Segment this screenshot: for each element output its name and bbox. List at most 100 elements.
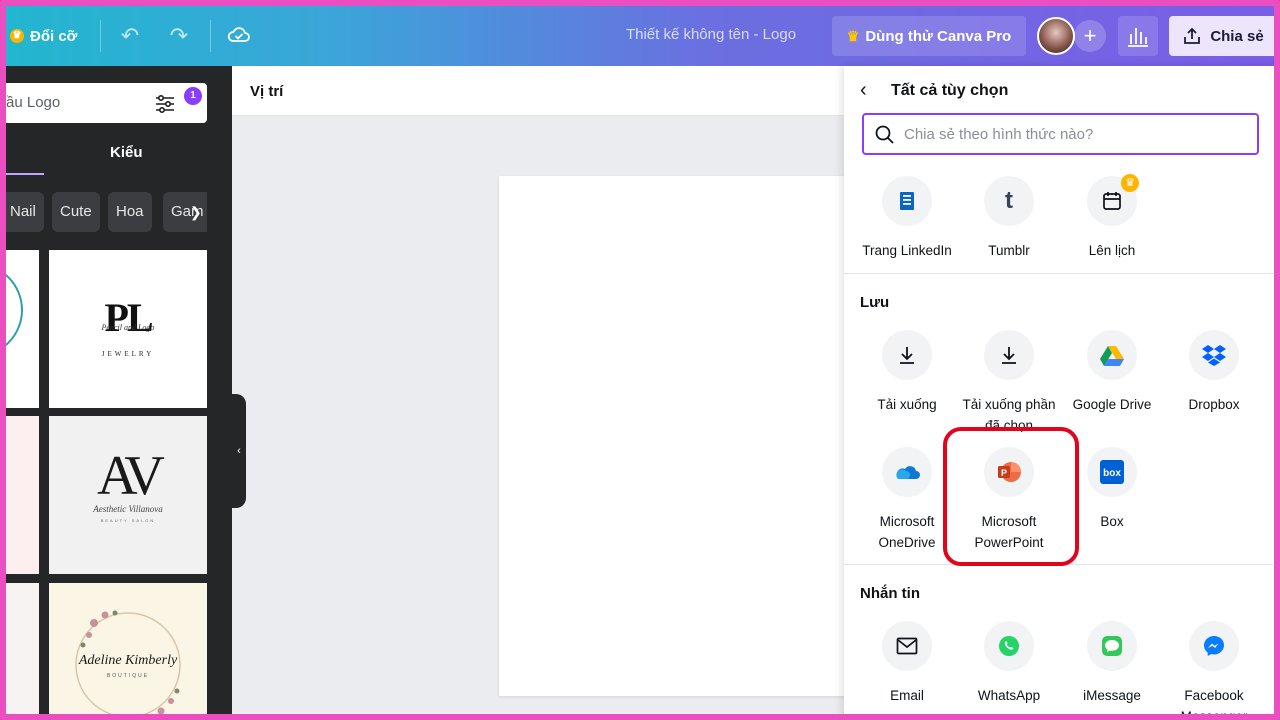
position-button[interactable]: Vị trí [250, 83, 283, 100]
search-icon [875, 125, 894, 144]
chip-hoa[interactable]: Hoa [108, 192, 152, 232]
imessage-icon [1087, 621, 1137, 671]
divider [210, 20, 211, 52]
option-google-drive[interactable]: Google Drive [1062, 330, 1162, 415]
option-download-selected[interactable]: Tải xuống phần đã chọn [959, 330, 1059, 436]
logo-script: Adeline Kimberly [78, 653, 178, 668]
cloud-saved-icon[interactable] [225, 22, 253, 50]
chevron-right-icon[interactable]: ❯ [190, 204, 202, 221]
templates-panel: ầu Logo 1 Kiểu Nail Cute Hoa Gam ❯ PL Pe… [6, 66, 232, 714]
template-thumbnail[interactable] [6, 416, 39, 574]
logo-letters: AV [97, 445, 165, 507]
option-label: WhatsApp [977, 688, 1041, 703]
try-pro-button[interactable]: ♛ Dùng thử Canva Pro [832, 16, 1026, 56]
template-thumbnail[interactable] [6, 250, 39, 408]
collapse-panel-handle[interactable]: ‹ [232, 394, 246, 508]
logo-subtitle: BOUTIQUE [106, 673, 150, 679]
avatar[interactable] [1037, 17, 1075, 55]
onedrive-icon [882, 447, 932, 497]
crown-icon: ♛ [1121, 174, 1139, 192]
logo-subtitle: BEAUTY SALON [100, 518, 156, 523]
option-download[interactable]: Tải xuống [857, 330, 957, 415]
divider [100, 20, 101, 52]
option-imessage[interactable]: iMessage [1062, 621, 1162, 706]
box-icon: box [1087, 447, 1137, 497]
option-dropbox[interactable]: Dropbox [1164, 330, 1264, 415]
add-collaborator-button[interactable]: + [1074, 20, 1106, 52]
template-thumbnail-av[interactable]: AV Aesthetic Villanova BEAUTY SALON [49, 416, 207, 574]
tab-style[interactable]: Kiểu [110, 144, 143, 161]
whatsapp-icon [984, 621, 1034, 671]
chip-cute[interactable]: Cute [52, 192, 100, 232]
editor-toolbar: Vị trí [232, 66, 846, 116]
option-label: Facebook Messenger [1180, 688, 1248, 720]
template-thumbnail-pl-jewelry[interactable]: PL Pencil and Logo JEWELRY [49, 250, 207, 408]
upload-icon [1184, 27, 1201, 44]
template-search-input[interactable]: ầu Logo 1 [6, 83, 207, 123]
dropbox-icon [1189, 330, 1239, 380]
logo-script: Pencil and Logo [101, 323, 155, 332]
chevron-left-icon[interactable]: ‹ [860, 79, 867, 102]
redo-icon[interactable]: ↷ [165, 22, 193, 50]
section-save-heading: Lưu [860, 294, 890, 311]
tumblr-icon: t [984, 176, 1034, 226]
share-panel: ‹ Tất cả tùy chọn Trang LinkedIn t Tumbl… [844, 66, 1274, 720]
option-tumblr[interactable]: t Tumblr [959, 176, 1059, 261]
option-label: Google Drive [1072, 397, 1152, 412]
svg-text:box: box [1103, 468, 1121, 479]
share-button[interactable]: Chia sẻ [1169, 16, 1274, 56]
download-icon [882, 330, 932, 380]
panel-title[interactable]: Tất cả tùy chọn [891, 82, 1008, 100]
option-label: Tumblr [988, 243, 1030, 258]
active-tab-indicator [6, 173, 44, 175]
floral-wreath-graphic [75, 610, 181, 714]
share-label: Chia sẻ [1210, 27, 1264, 45]
option-schedule[interactable]: ♛ Lên lịch [1062, 174, 1162, 261]
option-email[interactable]: Email [857, 621, 957, 706]
logo-subtitle: JEWELRY [101, 350, 155, 358]
try-pro-label: Dùng thử Canva Pro [865, 27, 1012, 45]
calendar-icon: ♛ [1087, 174, 1139, 226]
undo-icon[interactable]: ↶ [116, 22, 144, 50]
option-whatsapp[interactable]: WhatsApp [959, 621, 1059, 706]
divider [844, 564, 1274, 565]
messenger-icon [1189, 621, 1239, 671]
search-query-text: ầu Logo [6, 94, 61, 111]
option-messenger[interactable]: Facebook Messenger [1164, 621, 1264, 720]
divider [844, 273, 1274, 274]
option-label: Tải xuống [877, 397, 937, 412]
template-thumbnail[interactable] [6, 583, 39, 714]
share-search-input[interactable] [904, 123, 1244, 145]
option-label: Microsoft PowerPoint [974, 514, 1044, 550]
chip-nail[interactable]: Nail [6, 192, 44, 232]
option-linkedin-page[interactable]: Trang LinkedIn [857, 176, 957, 261]
email-icon [882, 621, 932, 671]
option-label: Box [1100, 514, 1124, 529]
crown-icon: ♛ [846, 27, 860, 44]
resize-button[interactable]: ♛ Đổi cỡ [10, 24, 77, 48]
document-title[interactable]: Thiết kế không tên - Logo [606, 26, 816, 43]
option-label: Trang LinkedIn [862, 243, 952, 258]
option-label: Email [890, 688, 924, 703]
option-box[interactable]: box Box [1062, 447, 1162, 532]
linkedin-page-icon [882, 176, 932, 226]
option-powerpoint[interactable]: P Microsoft PowerPoint [959, 447, 1059, 553]
circle-logo-graphic [6, 273, 23, 347]
bar-chart-icon [1128, 28, 1148, 47]
download-selected-icon [984, 330, 1034, 380]
filter-icon[interactable] [154, 93, 176, 115]
svg-text:P: P [1001, 468, 1007, 478]
design-canvas[interactable] [499, 176, 849, 696]
option-label: Tải xuống phần đã chọn [962, 397, 1056, 433]
crown-icon: ♛ [10, 29, 24, 43]
template-thumbnail-wreath[interactable]: Adeline Kimberly BOUTIQUE [49, 583, 207, 714]
option-label: iMessage [1083, 688, 1141, 703]
logo-script: Aesthetic Villanova [93, 504, 163, 514]
insights-button[interactable] [1118, 16, 1158, 56]
option-onedrive[interactable]: Microsoft OneDrive [857, 447, 957, 553]
option-label: Dropbox [1188, 397, 1240, 412]
share-search-field[interactable] [862, 113, 1259, 155]
section-messaging-heading: Nhắn tin [860, 585, 920, 602]
logo-letters: PL [104, 295, 153, 340]
powerpoint-icon: P [984, 447, 1034, 497]
